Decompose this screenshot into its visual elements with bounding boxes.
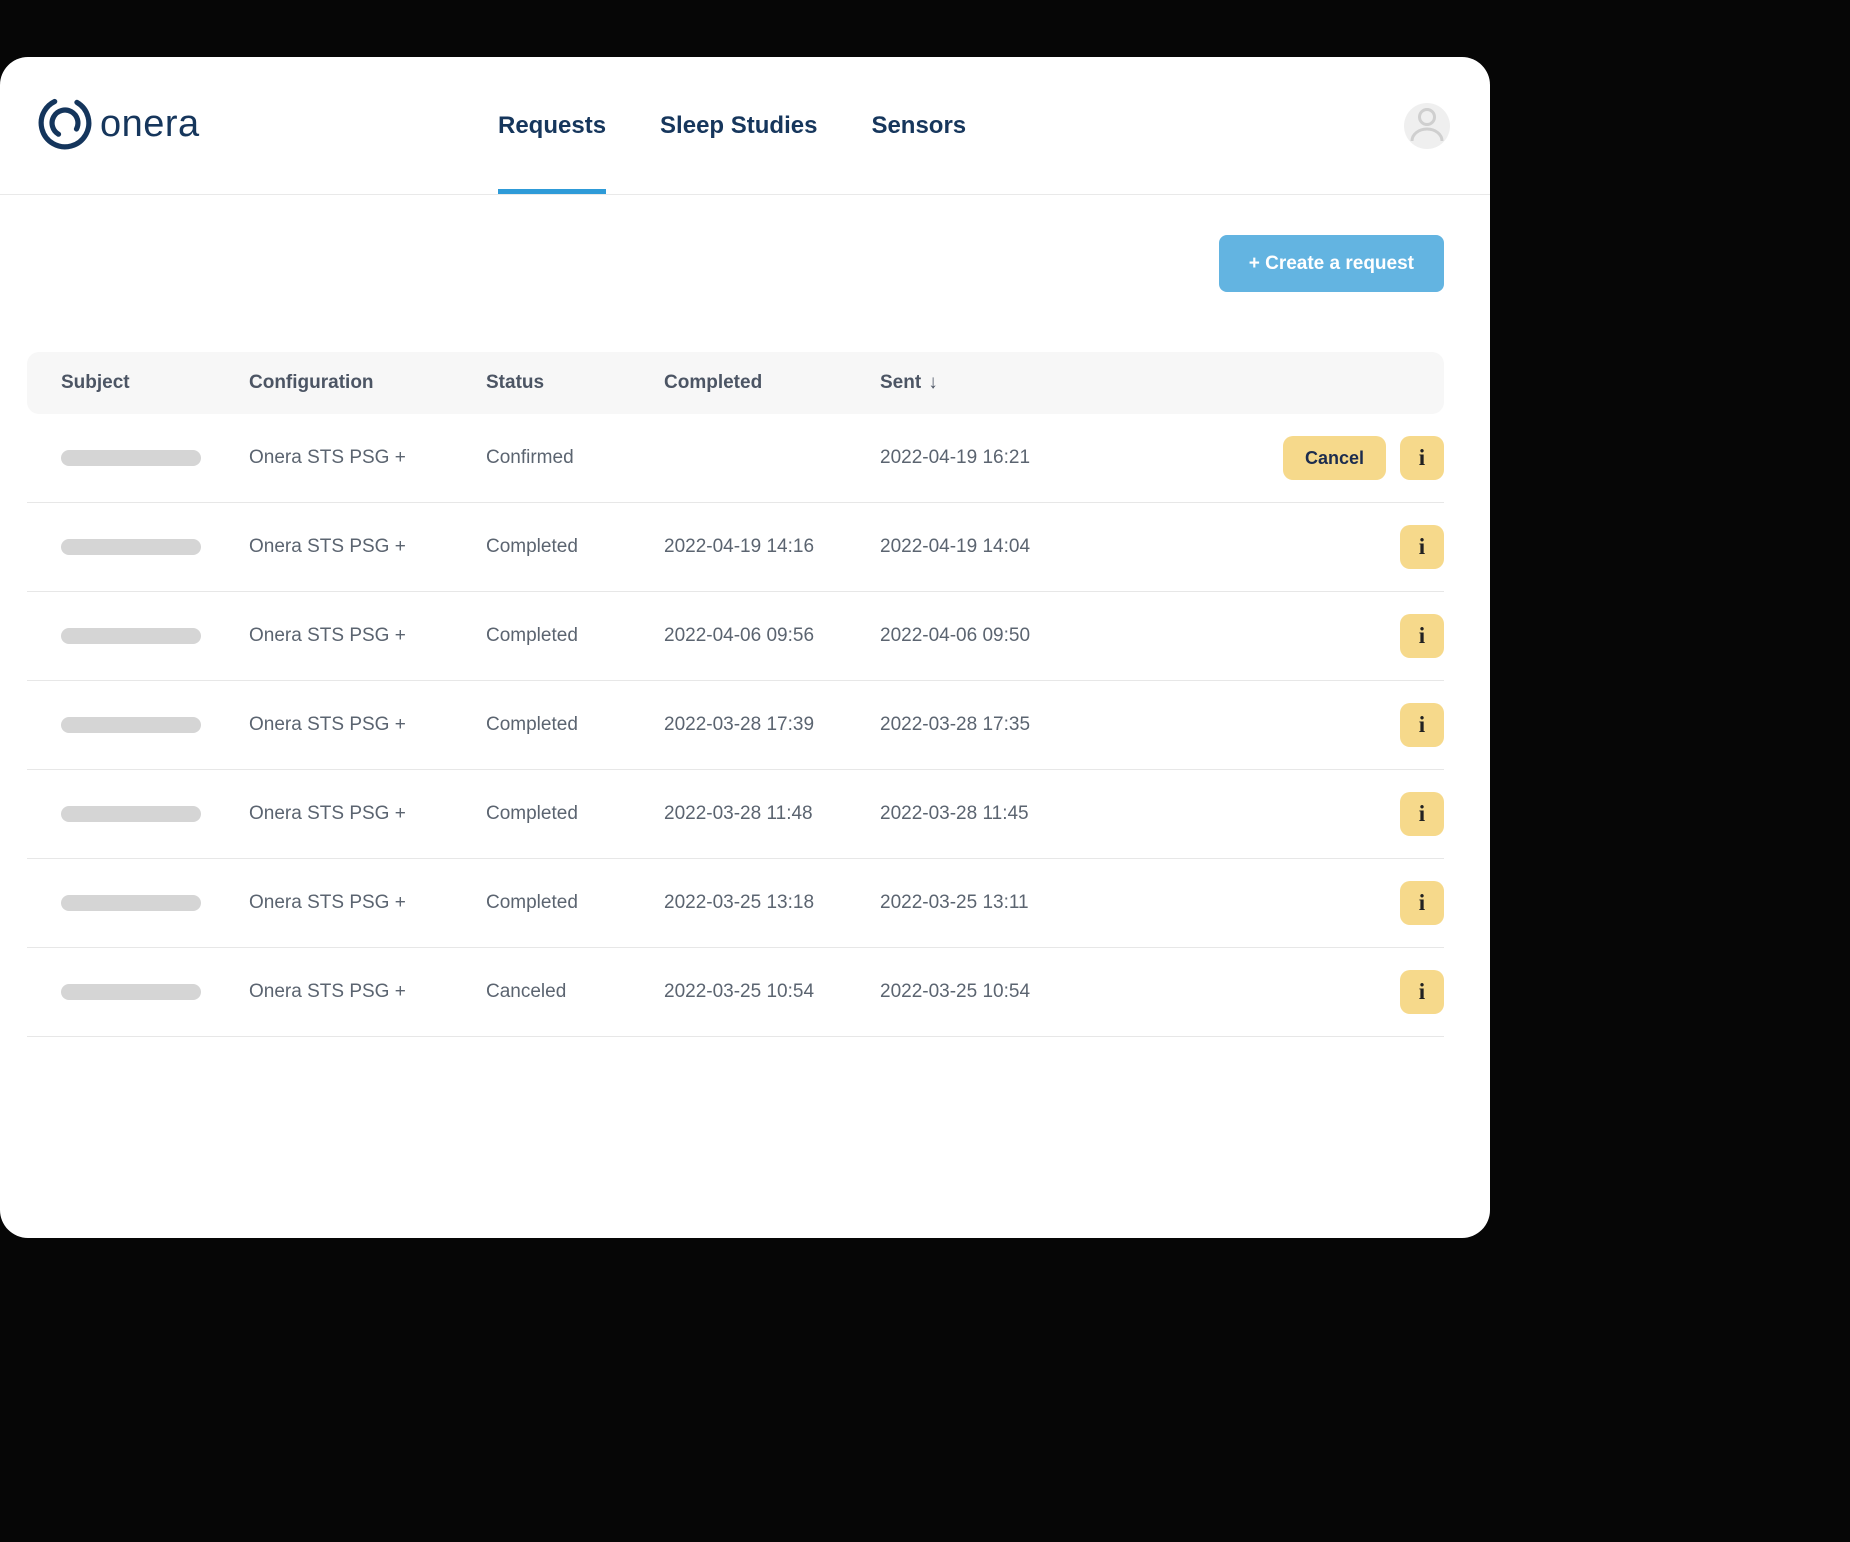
info-icon[interactable]: i [1400,525,1444,569]
column-header-status: Status [486,372,664,394]
configuration-cell: Onera STS PSG + [249,714,486,736]
sent-cell: 2022-03-28 11:45 [880,803,1400,825]
table-row: Onera STS PSG + Completed 2022-04-06 09:… [27,592,1444,681]
app-header: onera Requests Sleep Studies Sensors [0,57,1490,195]
brand-logo[interactable]: onera [36,94,200,157]
table-row: Onera STS PSG + Confirmed 2022-04-19 16:… [27,414,1444,503]
table-row: Onera STS PSG + Completed 2022-03-28 11:… [27,770,1444,859]
subject-placeholder [61,450,201,466]
info-icon[interactable]: i [1400,792,1444,836]
completed-cell: 2022-03-28 11:48 [664,803,880,825]
column-header-subject: Subject [61,372,249,394]
subject-placeholder [61,628,201,644]
brand-name: onera [100,105,200,147]
create-request-button[interactable]: + Create a request [1219,235,1444,292]
info-icon[interactable]: i [1400,970,1444,1014]
table-row: Onera STS PSG + Completed 2022-03-25 13:… [27,859,1444,948]
status-cell: Completed [486,536,664,558]
column-header-sent[interactable]: Sent ↓ [880,372,1444,394]
sent-cell: 2022-04-19 14:04 [880,536,1400,558]
sent-cell: 2022-04-19 16:21 [880,447,1283,469]
cancel-button[interactable]: Cancel [1283,436,1386,480]
completed-cell: 2022-04-19 14:16 [664,536,880,558]
requests-table: Subject Configuration Status Completed S… [27,352,1444,1037]
status-cell: Completed [486,625,664,647]
completed-cell: 2022-03-25 10:54 [664,981,880,1003]
status-cell: Canceled [486,981,664,1003]
table-row: Onera STS PSG + Completed 2022-04-19 14:… [27,503,1444,592]
user-avatar[interactable] [1404,103,1450,149]
sent-header-label: Sent [880,372,921,394]
configuration-cell: Onera STS PSG + [249,625,486,647]
completed-cell: 2022-03-28 17:39 [664,714,880,736]
configuration-cell: Onera STS PSG + [249,892,486,914]
sent-cell: 2022-03-25 13:11 [880,892,1400,914]
info-icon[interactable]: i [1400,703,1444,747]
info-icon[interactable]: i [1400,614,1444,658]
completed-cell: 2022-03-25 13:18 [664,892,880,914]
status-cell: Completed [486,892,664,914]
subject-placeholder [61,984,201,1000]
onera-ring-logo-icon [36,94,94,157]
tab-sensors[interactable]: Sensors [871,57,966,194]
status-cell: Completed [486,803,664,825]
configuration-cell: Onera STS PSG + [249,803,486,825]
sent-cell: 2022-03-28 17:35 [880,714,1400,736]
subject-placeholder [61,806,201,822]
column-header-configuration: Configuration [249,372,486,394]
column-header-completed: Completed [664,372,880,394]
status-cell: Completed [486,714,664,736]
table-row: Onera STS PSG + Completed 2022-03-28 17:… [27,681,1444,770]
table-header-row: Subject Configuration Status Completed S… [27,352,1444,414]
table-row: Onera STS PSG + Canceled 2022-03-25 10:5… [27,948,1444,1037]
configuration-cell: Onera STS PSG + [249,447,486,469]
subject-placeholder [61,717,201,733]
info-icon[interactable]: i [1400,436,1444,480]
tab-sleep-studies[interactable]: Sleep Studies [660,57,817,194]
configuration-cell: Onera STS PSG + [249,536,486,558]
subject-placeholder [61,539,201,555]
sent-cell: 2022-03-25 10:54 [880,981,1400,1003]
person-icon [1404,100,1450,151]
configuration-cell: Onera STS PSG + [249,981,486,1003]
tab-requests[interactable]: Requests [498,57,606,194]
main-nav: Requests Sleep Studies Sensors [498,57,966,194]
subject-placeholder [61,895,201,911]
sent-cell: 2022-04-06 09:50 [880,625,1400,647]
sort-desc-icon: ↓ [928,372,938,394]
info-icon[interactable]: i [1400,881,1444,925]
status-cell: Confirmed [486,447,664,469]
completed-cell: 2022-04-06 09:56 [664,625,880,647]
main-card: onera Requests Sleep Studies Sensors + C… [0,57,1490,1238]
